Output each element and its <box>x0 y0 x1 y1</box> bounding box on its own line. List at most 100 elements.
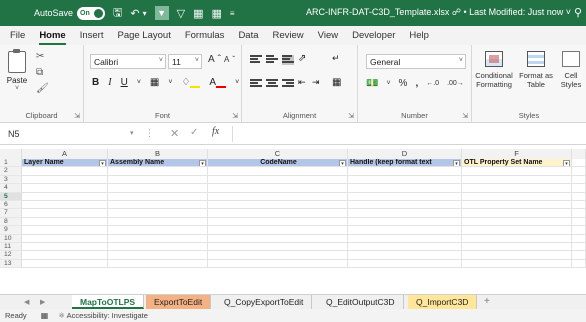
cell[interactable] <box>572 251 586 260</box>
increase-font-icon[interactable]: Aˆ <box>208 54 224 65</box>
copy-icon[interactable]: ⧉ <box>36 67 43 78</box>
cell-styles-button[interactable]: Cell Styles <box>556 51 586 89</box>
column-header-f[interactable]: F <box>462 149 572 159</box>
cell[interactable] <box>348 184 462 193</box>
chevron-down-icon[interactable]: ▾ <box>130 129 134 137</box>
row-header[interactable]: 11 <box>0 243 22 252</box>
row-header[interactable]: 8 <box>0 217 22 227</box>
cell[interactable] <box>348 243 462 252</box>
decrease-indent-icon[interactable]: ⇤ <box>298 77 306 88</box>
cell[interactable] <box>22 209 108 218</box>
comma-icon[interactable]: , <box>415 78 418 89</box>
cell[interactable] <box>348 209 462 218</box>
cell[interactable] <box>208 201 348 210</box>
tab-insert[interactable]: Insert <box>80 30 104 41</box>
cell[interactable] <box>22 201 108 210</box>
cell[interactable] <box>22 226 108 235</box>
cancel-icon[interactable]: ✕ <box>170 127 179 140</box>
sheet-tab-maptootlps[interactable]: MapToOTLPS <box>72 295 145 309</box>
underline-button[interactable]: U <box>121 77 128 88</box>
middle-align-icon[interactable] <box>266 55 278 65</box>
cell[interactable] <box>208 192 348 201</box>
cell[interactable] <box>572 234 586 243</box>
cell[interactable] <box>22 234 108 243</box>
format-painter-icon[interactable]: 🖌 <box>36 83 49 94</box>
number-format-select[interactable]: General ˅ <box>366 54 466 69</box>
fill-color-icon[interactable]: ♢ <box>181 77 201 88</box>
font-size-select[interactable]: 11 ˅ <box>168 54 202 69</box>
conditional-formatting-button[interactable]: Conditional Formatting <box>474 51 514 89</box>
sheet-tab-exporttoedit[interactable]: ExportToEdit <box>146 295 212 309</box>
column-header-a[interactable]: A <box>22 149 108 159</box>
header-cell[interactable]: Handle (keep format text ▾ <box>348 159 462 168</box>
tab-page-layout[interactable]: Page Layout <box>117 30 170 41</box>
cell[interactable] <box>22 184 108 193</box>
grid-alt-icon[interactable]: ▦ <box>212 7 222 20</box>
undo-icon[interactable]: ↶ <box>130 7 139 20</box>
paste-button[interactable]: Paste ˅ <box>6 49 28 92</box>
cell[interactable] <box>462 259 572 269</box>
cell[interactable] <box>348 217 462 227</box>
header-cell[interactable]: Assembly Name ▾ <box>108 159 208 168</box>
cell[interactable] <box>462 234 572 243</box>
tab-review[interactable]: Review <box>273 30 304 41</box>
cell[interactable] <box>108 217 208 227</box>
column-header-g[interactable] <box>572 149 586 159</box>
row-header[interactable]: 13 <box>0 259 22 269</box>
row-header[interactable]: 5 <box>0 192 22 201</box>
insert-function-button[interactable]: fx <box>212 126 219 137</box>
cell[interactable] <box>572 217 586 227</box>
row-header[interactable]: 6 <box>0 201 22 210</box>
cell[interactable] <box>108 209 208 218</box>
tab-data[interactable]: Data <box>238 30 258 41</box>
row-header[interactable]: 12 <box>0 251 22 260</box>
clear-filter-icon[interactable]: ▽ <box>177 7 185 20</box>
align-right-icon[interactable] <box>282 79 294 89</box>
cell[interactable] <box>208 217 348 227</box>
tab-next-icon[interactable]: ▶ <box>40 298 45 306</box>
filter-dropdown-icon[interactable]: ▾ <box>339 159 346 167</box>
cell[interactable] <box>572 243 586 252</box>
font-name-select[interactable]: Calibri ˅ <box>90 54 166 69</box>
tab-formulas[interactable]: Formulas <box>185 30 225 41</box>
tab-file[interactable]: File <box>10 30 25 41</box>
cell[interactable] <box>462 184 572 193</box>
cell[interactable] <box>572 159 586 168</box>
save-icon[interactable]: 🖫 <box>113 4 122 23</box>
cell[interactable] <box>462 243 572 252</box>
borders-icon[interactable]: ▦ <box>150 77 159 88</box>
row-header[interactable]: 1 <box>0 159 22 168</box>
cell[interactable] <box>108 192 208 201</box>
cell[interactable] <box>108 234 208 243</box>
cell[interactable] <box>208 209 348 218</box>
align-center-icon[interactable] <box>266 79 278 89</box>
row-header[interactable]: 7 <box>0 209 22 218</box>
filter-dropdown-icon[interactable]: ▾ <box>199 159 206 167</box>
row-header[interactable]: 2 <box>0 167 22 176</box>
sheet-tab-q-importc3d[interactable]: Q_ImportC3D <box>408 295 478 309</box>
tab-view[interactable]: View <box>318 30 338 41</box>
row-header[interactable]: 4 <box>0 184 22 193</box>
sheet-tab-q-editoutputc3d[interactable]: Q_EditOutputC3D <box>318 295 404 309</box>
enter-icon[interactable]: ✓ <box>190 127 198 138</box>
worksheet-grid[interactable]: A B C D F 1 Layer Name ▾ Assembly Name ▾ Code… <box>0 145 586 294</box>
cell[interactable] <box>22 167 108 176</box>
cell[interactable] <box>348 226 462 235</box>
cell[interactable] <box>108 184 208 193</box>
add-sheet-button[interactable]: + <box>484 296 490 307</box>
cell[interactable] <box>462 167 572 176</box>
top-align-icon[interactable] <box>250 55 262 65</box>
header-cell[interactable]: OTL Property Set Name ▾ <box>462 159 572 168</box>
cell[interactable] <box>22 243 108 252</box>
tab-help[interactable]: Help <box>409 30 429 41</box>
merge-center-icon[interactable]: ▦ <box>332 77 341 88</box>
cell[interactable] <box>572 167 586 176</box>
grid-icon[interactable]: ▦ <box>193 7 203 20</box>
increase-decimal-icon[interactable]: ←.0 <box>426 80 439 87</box>
cell[interactable] <box>22 175 108 185</box>
align-left-icon[interactable] <box>250 79 262 89</box>
tab-home[interactable]: Home <box>39 30 67 45</box>
cell[interactable] <box>108 175 208 185</box>
cell[interactable] <box>572 209 586 218</box>
cell[interactable] <box>572 201 586 210</box>
